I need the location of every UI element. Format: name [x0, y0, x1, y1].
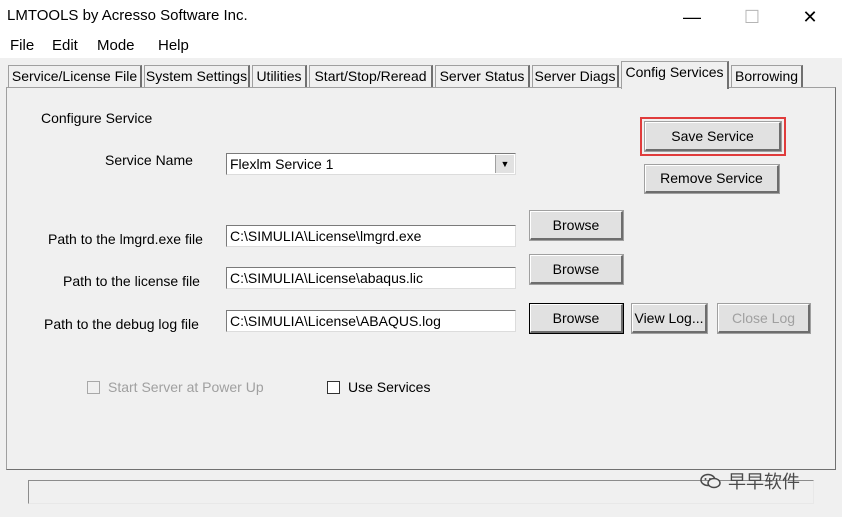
menu-file[interactable]: File [10, 37, 34, 54]
tab-system-settings[interactable]: System Settings [144, 65, 250, 87]
menu-edit[interactable]: Edit [52, 37, 78, 54]
service-name-combo[interactable]: Flexlm Service 1 ▼ [226, 153, 516, 175]
tab-strip: Service/License File System Settings Uti… [0, 60, 842, 89]
minimize-icon: — [683, 6, 701, 27]
section-title: Configure Service [41, 110, 153, 126]
lmgrd-path-input[interactable]: C:\SIMULIA\License\lmgrd.exe [226, 225, 516, 247]
start-at-power-up-checkbox[interactable] [87, 381, 100, 394]
close-icon: ✕ [802, 6, 818, 27]
save-service-button[interactable]: Save Service [644, 121, 782, 152]
debug-log-path-label: Path to the debug log file [44, 316, 199, 332]
start-at-power-up-label: Start Server at Power Up [108, 379, 264, 395]
tab-borrowing[interactable]: Borrowing [731, 65, 803, 87]
watermark: 早早软件 [700, 468, 800, 494]
close-log-button[interactable]: Close Log [717, 303, 811, 334]
menu-mode[interactable]: Mode [97, 37, 135, 54]
tab-start-stop-reread[interactable]: Start/Stop/Reread [309, 65, 433, 87]
menu-help[interactable]: Help [158, 37, 189, 54]
use-services-label: Use Services [348, 379, 431, 395]
close-button[interactable]: ✕ [780, 0, 840, 34]
window-title: LMTOOLS by Acresso Software Inc. [7, 7, 248, 24]
tab-utilities[interactable]: Utilities [252, 65, 307, 87]
tab-server-status[interactable]: Server Status [435, 65, 530, 87]
wechat-icon [700, 473, 721, 489]
service-name-value: Flexlm Service 1 [230, 156, 334, 172]
tab-config-services[interactable]: Config Services [621, 61, 729, 89]
browse-license-button[interactable]: Browse [529, 254, 624, 285]
debug-log-path-input[interactable]: C:\SIMULIA\License\ABAQUS.log [226, 310, 516, 332]
license-path-input[interactable]: C:\SIMULIA\License\abaqus.lic [226, 267, 516, 289]
use-services-checkbox[interactable] [327, 381, 340, 394]
tab-server-diags[interactable]: Server Diags [532, 65, 619, 87]
license-path-label: Path to the license file [63, 273, 200, 289]
browse-debug-log-button[interactable]: Browse [529, 303, 624, 334]
remove-service-button[interactable]: Remove Service [644, 164, 780, 194]
maximize-icon: ☐ [743, 6, 761, 27]
dropdown-arrow-button[interactable]: ▼ [495, 155, 514, 173]
tab-service-license-file[interactable]: Service/License File [8, 65, 142, 87]
service-name-label: Service Name [105, 152, 193, 168]
view-log-button[interactable]: View Log... [631, 303, 708, 334]
lmgrd-path-label: Path to the lmgrd.exe file [48, 231, 203, 247]
browse-lmgrd-button[interactable]: Browse [529, 210, 624, 241]
status-bar [28, 480, 814, 504]
title-bar: LMTOOLS by Acresso Software Inc. — ☐ ✕ [0, 0, 842, 34]
menu-bar: File Edit Mode Help [0, 34, 842, 58]
minimize-button[interactable]: — [662, 0, 722, 34]
chevron-down-icon: ▼ [500, 159, 510, 169]
maximize-button[interactable]: ☐ [722, 0, 782, 34]
watermark-text: 早早软件 [728, 472, 800, 492]
